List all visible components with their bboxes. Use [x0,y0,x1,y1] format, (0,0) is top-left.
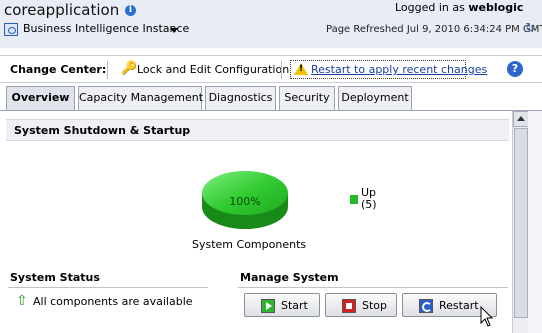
scrollbar-thumb[interactable] [514,128,528,318]
legend-count: (5) [361,198,377,211]
tab-deployment[interactable]: Deployment [338,86,412,110]
start-button[interactable]: Start [244,293,320,317]
vertical-scrollbar[interactable] [512,111,529,333]
restart-notice[interactable]: Restart to apply recent changes [290,60,487,79]
system-status-text: All components are available [33,295,193,308]
divider [238,287,508,288]
instance-menu-label[interactable]: Business Intelligence Instance [23,22,189,35]
warning-icon [294,63,308,75]
key-icon[interactable]: 🔑 [121,61,137,76]
restart-button-label: Restart [439,299,479,312]
stop-button[interactable]: Stop [325,293,397,317]
change-center-bar: Change Center: 🔑 Lock and Edit Configura… [0,55,542,83]
panel-title: System Shutdown & Startup [6,119,509,141]
stop-icon [342,299,356,313]
tab-bar: Overview Capacity Management Diagnostics… [0,86,542,111]
divider [281,61,282,79]
tab-overview[interactable]: Overview [6,86,75,111]
up-arrow-icon: ⇧ [16,293,28,309]
username: weblogic [468,1,524,14]
scroll-up-arrow-icon[interactable] [513,111,529,127]
help-icon[interactable]: ? [507,61,523,77]
bi-instance-icon [4,23,18,36]
stop-button-label: Stop [362,299,388,312]
pie-slice-label: 100% [229,195,260,208]
legend-swatch-up [350,195,358,204]
divider [8,287,208,288]
mouse-cursor-icon [480,306,494,327]
components-pie-chart: 100% [202,171,288,229]
logged-in-info: Logged in as weblogic [395,1,523,14]
tab-capacity-management[interactable]: Capacity Management [78,86,203,110]
right-gutter [528,111,542,333]
start-button-label: Start [281,299,308,312]
logged-in-prefix: Logged in as [395,1,465,14]
restart-to-apply-link[interactable]: Restart to apply recent changes [311,63,487,76]
tab-diagnostics[interactable]: Diagnostics [205,86,276,110]
chevron-down-icon[interactable] [170,28,178,33]
page-refreshed-text: Page Refreshed Jul 9, 2010 6:34:24 PM GM… [326,24,542,35]
restart-icon [419,299,433,313]
info-icon[interactable]: i [125,5,136,16]
lock-and-edit-link[interactable]: Lock and Edit Configuration [137,63,289,76]
manage-system-title: Manage System [240,271,339,284]
play-icon [261,299,275,313]
pie-slice-up [202,171,288,215]
legend-entry-up: Up (5) [361,187,377,211]
system-status-title: System Status [10,271,100,284]
refresh-icon[interactable]: ↻ [525,21,536,36]
page-header: coreapplication i Logged in as weblogic … [0,0,542,48]
divider [107,61,108,79]
app-title: coreapplication [4,1,120,19]
tab-security[interactable]: Security [279,86,335,110]
chart-caption: System Components [192,238,307,251]
change-center-label: Change Center: [10,63,107,76]
